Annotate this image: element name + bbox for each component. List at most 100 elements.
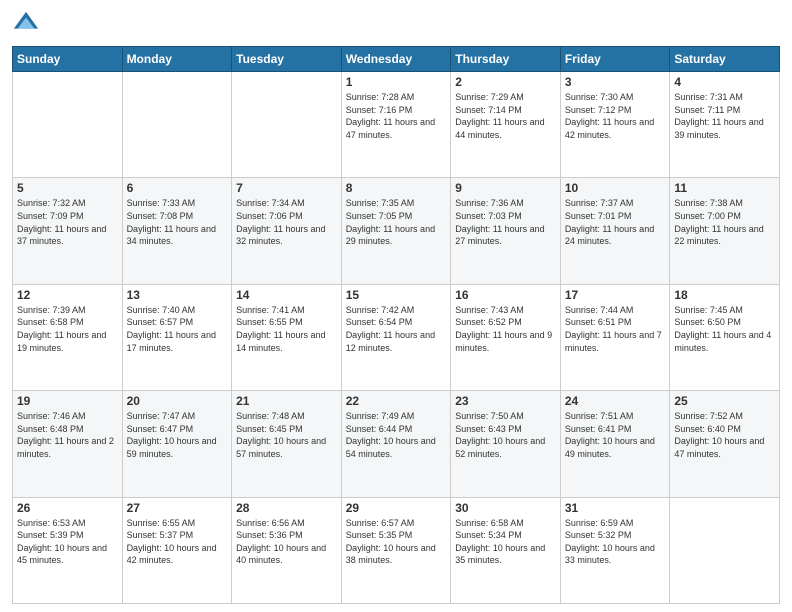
day-number: 31: [565, 501, 666, 515]
day-number: 21: [236, 394, 337, 408]
day-number: 4: [674, 75, 775, 89]
calendar-cell: 19 Sunrise: 7:46 AMSunset: 6:48 PMDaylig…: [13, 391, 123, 497]
day-info: Sunrise: 7:39 AMSunset: 6:58 PMDaylight:…: [17, 305, 106, 353]
calendar-cell: [122, 72, 232, 178]
day-info: Sunrise: 7:28 AMSunset: 7:16 PMDaylight:…: [346, 92, 435, 140]
day-number: 20: [127, 394, 228, 408]
day-info: Sunrise: 7:30 AMSunset: 7:12 PMDaylight:…: [565, 92, 654, 140]
day-number: 14: [236, 288, 337, 302]
calendar-cell: 8 Sunrise: 7:35 AMSunset: 7:05 PMDayligh…: [341, 178, 451, 284]
day-info: Sunrise: 7:51 AMSunset: 6:41 PMDaylight:…: [565, 411, 655, 459]
day-info: Sunrise: 7:36 AMSunset: 7:03 PMDaylight:…: [455, 198, 544, 246]
day-number: 7: [236, 181, 337, 195]
calendar-week-1: 1 Sunrise: 7:28 AMSunset: 7:16 PMDayligh…: [13, 72, 780, 178]
day-info: Sunrise: 7:50 AMSunset: 6:43 PMDaylight:…: [455, 411, 545, 459]
day-number: 9: [455, 181, 556, 195]
day-info: Sunrise: 6:58 AMSunset: 5:34 PMDaylight:…: [455, 518, 545, 566]
calendar-cell: 4 Sunrise: 7:31 AMSunset: 7:11 PMDayligh…: [670, 72, 780, 178]
calendar-cell: 2 Sunrise: 7:29 AMSunset: 7:14 PMDayligh…: [451, 72, 561, 178]
day-info: Sunrise: 7:44 AMSunset: 6:51 PMDaylight:…: [565, 305, 662, 353]
day-info: Sunrise: 6:55 AMSunset: 5:37 PMDaylight:…: [127, 518, 217, 566]
day-info: Sunrise: 6:53 AMSunset: 5:39 PMDaylight:…: [17, 518, 107, 566]
day-number: 13: [127, 288, 228, 302]
day-info: Sunrise: 7:32 AMSunset: 7:09 PMDaylight:…: [17, 198, 106, 246]
day-number: 2: [455, 75, 556, 89]
day-info: Sunrise: 7:33 AMSunset: 7:08 PMDaylight:…: [127, 198, 216, 246]
calendar-cell: [670, 497, 780, 603]
day-number: 26: [17, 501, 118, 515]
calendar-cell: 23 Sunrise: 7:50 AMSunset: 6:43 PMDaylig…: [451, 391, 561, 497]
day-info: Sunrise: 7:45 AMSunset: 6:50 PMDaylight:…: [674, 305, 771, 353]
day-number: 23: [455, 394, 556, 408]
day-number: 3: [565, 75, 666, 89]
calendar-cell: 24 Sunrise: 7:51 AMSunset: 6:41 PMDaylig…: [560, 391, 670, 497]
day-info: Sunrise: 7:34 AMSunset: 7:06 PMDaylight:…: [236, 198, 325, 246]
day-number: 15: [346, 288, 447, 302]
calendar-cell: 21 Sunrise: 7:48 AMSunset: 6:45 PMDaylig…: [232, 391, 342, 497]
calendar-week-5: 26 Sunrise: 6:53 AMSunset: 5:39 PMDaylig…: [13, 497, 780, 603]
day-info: Sunrise: 7:46 AMSunset: 6:48 PMDaylight:…: [17, 411, 114, 459]
day-info: Sunrise: 7:31 AMSunset: 7:11 PMDaylight:…: [674, 92, 763, 140]
calendar-cell: 20 Sunrise: 7:47 AMSunset: 6:47 PMDaylig…: [122, 391, 232, 497]
col-header-monday: Monday: [122, 47, 232, 72]
day-info: Sunrise: 7:37 AMSunset: 7:01 PMDaylight:…: [565, 198, 654, 246]
calendar-cell: 22 Sunrise: 7:49 AMSunset: 6:44 PMDaylig…: [341, 391, 451, 497]
calendar-cell: 3 Sunrise: 7:30 AMSunset: 7:12 PMDayligh…: [560, 72, 670, 178]
calendar-cell: 28 Sunrise: 6:56 AMSunset: 5:36 PMDaylig…: [232, 497, 342, 603]
calendar-table: SundayMondayTuesdayWednesdayThursdayFrid…: [12, 46, 780, 604]
day-number: 6: [127, 181, 228, 195]
calendar-cell: 5 Sunrise: 7:32 AMSunset: 7:09 PMDayligh…: [13, 178, 123, 284]
calendar-cell: 15 Sunrise: 7:42 AMSunset: 6:54 PMDaylig…: [341, 284, 451, 390]
calendar-cell: 1 Sunrise: 7:28 AMSunset: 7:16 PMDayligh…: [341, 72, 451, 178]
calendar-week-2: 5 Sunrise: 7:32 AMSunset: 7:09 PMDayligh…: [13, 178, 780, 284]
col-header-sunday: Sunday: [13, 47, 123, 72]
day-info: Sunrise: 7:29 AMSunset: 7:14 PMDaylight:…: [455, 92, 544, 140]
calendar-week-3: 12 Sunrise: 7:39 AMSunset: 6:58 PMDaylig…: [13, 284, 780, 390]
calendar-cell: 18 Sunrise: 7:45 AMSunset: 6:50 PMDaylig…: [670, 284, 780, 390]
calendar-cell: 16 Sunrise: 7:43 AMSunset: 6:52 PMDaylig…: [451, 284, 561, 390]
calendar-cell: 14 Sunrise: 7:41 AMSunset: 6:55 PMDaylig…: [232, 284, 342, 390]
day-info: Sunrise: 7:42 AMSunset: 6:54 PMDaylight:…: [346, 305, 435, 353]
calendar-cell: 26 Sunrise: 6:53 AMSunset: 5:39 PMDaylig…: [13, 497, 123, 603]
calendar-cell: 6 Sunrise: 7:33 AMSunset: 7:08 PMDayligh…: [122, 178, 232, 284]
calendar-cell: 25 Sunrise: 7:52 AMSunset: 6:40 PMDaylig…: [670, 391, 780, 497]
logo-icon: [12, 10, 40, 38]
day-number: 24: [565, 394, 666, 408]
calendar-cell: 17 Sunrise: 7:44 AMSunset: 6:51 PMDaylig…: [560, 284, 670, 390]
col-header-thursday: Thursday: [451, 47, 561, 72]
calendar-cell: 31 Sunrise: 6:59 AMSunset: 5:32 PMDaylig…: [560, 497, 670, 603]
day-info: Sunrise: 7:41 AMSunset: 6:55 PMDaylight:…: [236, 305, 325, 353]
day-number: 17: [565, 288, 666, 302]
calendar-cell: 29 Sunrise: 6:57 AMSunset: 5:35 PMDaylig…: [341, 497, 451, 603]
calendar-cell: [13, 72, 123, 178]
day-number: 19: [17, 394, 118, 408]
calendar-header-row: SundayMondayTuesdayWednesdayThursdayFrid…: [13, 47, 780, 72]
day-info: Sunrise: 7:38 AMSunset: 7:00 PMDaylight:…: [674, 198, 763, 246]
calendar-cell: 9 Sunrise: 7:36 AMSunset: 7:03 PMDayligh…: [451, 178, 561, 284]
day-number: 11: [674, 181, 775, 195]
day-number: 12: [17, 288, 118, 302]
day-info: Sunrise: 7:49 AMSunset: 6:44 PMDaylight:…: [346, 411, 436, 459]
day-number: 18: [674, 288, 775, 302]
day-info: Sunrise: 7:47 AMSunset: 6:47 PMDaylight:…: [127, 411, 217, 459]
day-number: 25: [674, 394, 775, 408]
calendar-cell: 27 Sunrise: 6:55 AMSunset: 5:37 PMDaylig…: [122, 497, 232, 603]
col-header-saturday: Saturday: [670, 47, 780, 72]
day-info: Sunrise: 7:35 AMSunset: 7:05 PMDaylight:…: [346, 198, 435, 246]
calendar-cell: 12 Sunrise: 7:39 AMSunset: 6:58 PMDaylig…: [13, 284, 123, 390]
day-number: 5: [17, 181, 118, 195]
day-number: 8: [346, 181, 447, 195]
day-number: 27: [127, 501, 228, 515]
day-info: Sunrise: 7:40 AMSunset: 6:57 PMDaylight:…: [127, 305, 216, 353]
day-info: Sunrise: 7:43 AMSunset: 6:52 PMDaylight:…: [455, 305, 552, 353]
day-info: Sunrise: 6:56 AMSunset: 5:36 PMDaylight:…: [236, 518, 326, 566]
calendar-cell: 11 Sunrise: 7:38 AMSunset: 7:00 PMDaylig…: [670, 178, 780, 284]
logo: [12, 10, 44, 38]
day-number: 28: [236, 501, 337, 515]
header: [12, 10, 780, 38]
day-number: 16: [455, 288, 556, 302]
col-header-tuesday: Tuesday: [232, 47, 342, 72]
calendar-cell: [232, 72, 342, 178]
calendar-cell: 7 Sunrise: 7:34 AMSunset: 7:06 PMDayligh…: [232, 178, 342, 284]
day-number: 29: [346, 501, 447, 515]
